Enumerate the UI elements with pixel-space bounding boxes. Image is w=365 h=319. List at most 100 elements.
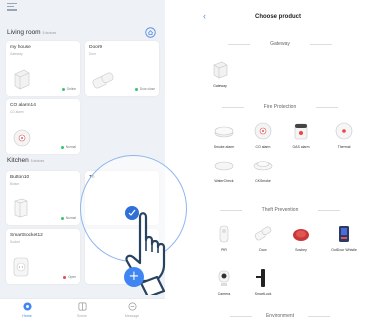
- status-text: Normal: [65, 145, 76, 149]
- section-gateway: Gateway: [218, 41, 342, 48]
- add-device-button[interactable]: +: [124, 267, 144, 287]
- room-settings-icon[interactable]: [145, 27, 156, 38]
- device-status: Online: [61, 87, 76, 91]
- co-alarm-icon: [254, 122, 272, 140]
- message-icon: [128, 302, 136, 311]
- status-dot: [61, 87, 65, 91]
- device-name: SmartSocket12: [10, 233, 43, 238]
- pointing-hand-icon: [125, 206, 166, 295]
- product-door[interactable]: Door: [246, 224, 280, 252]
- thermal-icon: [335, 122, 353, 140]
- device-name: my house: [10, 45, 31, 50]
- tab-label: Message: [124, 314, 140, 318]
- menu-icon[interactable]: [7, 3, 17, 11]
- device-card[interactable]: Door9 Door Door close: [85, 41, 159, 96]
- divider: [308, 316, 330, 317]
- status-text: Online: [66, 87, 76, 91]
- scene-icon: [78, 302, 86, 311]
- product-label: OutDoor Whistle: [331, 248, 357, 252]
- device-type: Door: [89, 52, 96, 56]
- product-gas-alarm[interactable]: GAS alarm: [284, 121, 318, 149]
- device-status: Door close: [134, 87, 155, 91]
- tab-bar: Home Scene Message: [0, 298, 165, 319]
- co-alarm-icon: [13, 129, 31, 147]
- section-theft-prevention: Theft Prevention: [218, 207, 342, 214]
- tab-scene[interactable]: Scene: [67, 302, 97, 318]
- product-label: GAS alarm: [292, 145, 310, 149]
- product-co-alarm[interactable]: CO alarm: [246, 121, 280, 149]
- device-status: Normal: [60, 216, 76, 220]
- water-sensor-icon: [214, 161, 234, 171]
- gateway-device-icon: [14, 69, 30, 90]
- device-status: Open: [63, 275, 76, 279]
- product-label: CKSmoke: [255, 179, 271, 183]
- smart-lock-icon: [256, 269, 265, 287]
- product-cksmoke[interactable]: CKSmoke: [246, 155, 280, 183]
- product-label: SmartLock: [254, 292, 272, 296]
- room-count: 5 devices: [42, 31, 57, 35]
- product-label: Thermal: [337, 145, 351, 149]
- status-text: Open: [68, 275, 76, 279]
- status-text: Door close: [139, 87, 155, 91]
- device-type: Button: [10, 182, 20, 186]
- room-header-living: Living room 5 devices: [7, 29, 56, 36]
- product-label: Gateway: [213, 84, 227, 88]
- divider: [318, 210, 340, 211]
- camera-icon: [218, 270, 230, 286]
- product-pir[interactable]: PIR: [207, 224, 241, 252]
- room-name: Living room: [7, 29, 41, 36]
- product-label: PIR: [221, 248, 227, 252]
- section-environment: Environment: [218, 313, 342, 319]
- button-device-icon: [14, 198, 28, 218]
- device-name: Button10: [10, 175, 30, 180]
- status-dot: [60, 145, 64, 149]
- device-type: CO alarm: [10, 110, 24, 114]
- room-count: 5 devices: [30, 159, 45, 163]
- tab-message[interactable]: Message: [117, 302, 147, 318]
- device-type: Gateway: [10, 52, 23, 56]
- product-smoke-alarm[interactable]: Smoke alarm: [207, 121, 241, 149]
- device-card[interactable]: my house Gateway Online: [6, 41, 80, 96]
- outdoor-siren-icon: [339, 226, 349, 242]
- device-card[interactable]: CO alarm14 CO alarm Normal: [6, 99, 80, 154]
- app-root: Living room 5 devices my house Gateway On…: [0, 0, 365, 319]
- pir-sensor-icon: [219, 225, 229, 243]
- product-label: WaterCheck: [214, 179, 234, 183]
- door-sensor-icon: [92, 72, 114, 89]
- product-sosbey[interactable]: Sosbey: [284, 224, 318, 252]
- device-type: Socket: [10, 240, 20, 244]
- product-smartlock[interactable]: SmartLock: [246, 268, 280, 296]
- cksmoke-icon: [253, 161, 273, 171]
- room-name: Kitchen: [7, 157, 29, 164]
- section-fire-protection: Fire Protection: [218, 104, 342, 111]
- status-text: Normal: [65, 216, 76, 220]
- tab-label: Home: [22, 314, 32, 318]
- product-label: CO alarm: [255, 145, 271, 149]
- room-header-kitchen: Kitchen 5 devices: [7, 157, 44, 164]
- status-dot: [63, 275, 67, 279]
- product-gateway[interactable]: Gateway: [203, 60, 237, 88]
- sos-button-icon: [293, 229, 309, 241]
- product-label: Smoke alarm: [213, 145, 235, 149]
- device-status: Normal: [60, 145, 76, 149]
- product-thermal[interactable]: Thermal: [327, 121, 361, 149]
- home-icon: [22, 302, 32, 311]
- tab-label: Scene: [77, 314, 87, 318]
- divider: [316, 107, 338, 108]
- device-name: CO alarm14: [10, 103, 36, 108]
- device-card[interactable]: SmartSocket12 Socket Open: [6, 229, 80, 284]
- device-card[interactable]: Button10 Button Normal: [6, 171, 80, 225]
- product-label: Camera: [217, 292, 231, 296]
- gateway-icon: [213, 61, 228, 79]
- product-label: Door: [259, 248, 267, 252]
- page-title: Choose product: [255, 14, 301, 20]
- status-dot: [134, 87, 138, 91]
- product-outdoor-whistle[interactable]: OutDoor Whistle: [327, 224, 361, 252]
- status-dot: [60, 216, 64, 220]
- product-camera[interactable]: Camera: [207, 268, 241, 296]
- product-watercheck[interactable]: WaterCheck: [207, 155, 241, 183]
- gas-alarm-icon: [294, 123, 308, 140]
- divider: [310, 44, 332, 45]
- product-label: Sosbey: [295, 248, 307, 252]
- tab-home[interactable]: Home: [12, 302, 42, 318]
